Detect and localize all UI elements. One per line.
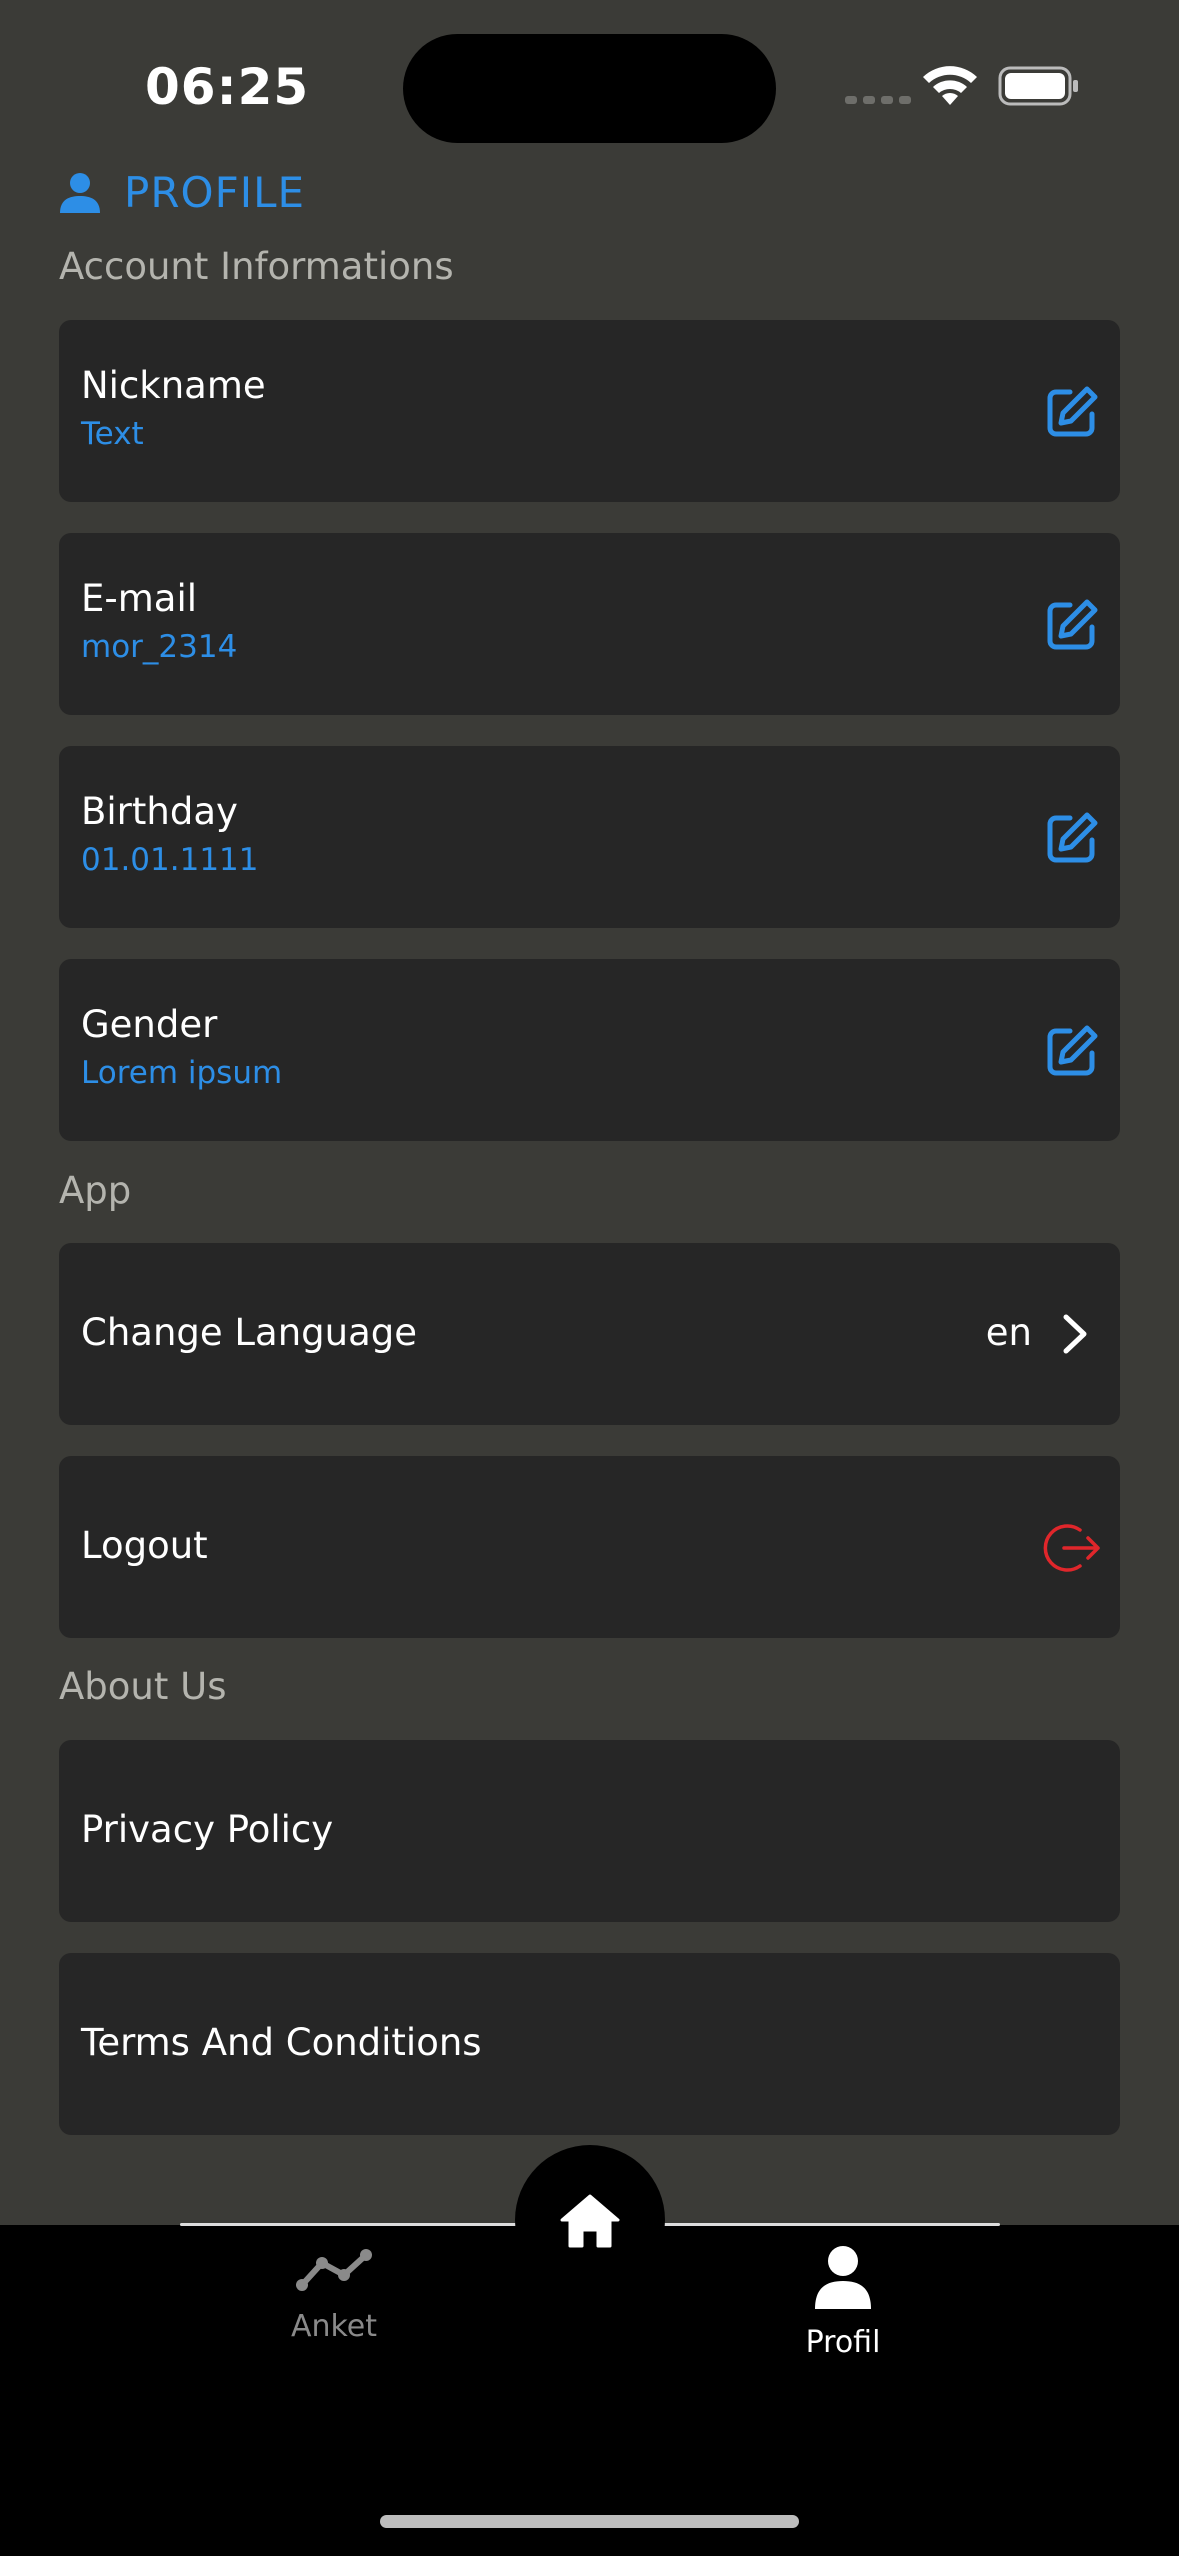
birthday-card[interactable]: Birthday 01.01.1111 <box>59 746 1120 928</box>
page-title: PROFILE <box>124 168 306 217</box>
nickname-label: Nickname <box>81 364 266 407</box>
terms-card[interactable]: Terms And Conditions <box>59 1953 1120 2135</box>
birthday-value: 01.01.1111 <box>81 842 259 878</box>
terms-label: Terms And Conditions <box>81 2021 482 2064</box>
edit-icon[interactable] <box>1044 1023 1100 1079</box>
dynamic-island <box>403 34 776 143</box>
logout-icon[interactable] <box>1042 1520 1102 1576</box>
signal-icon <box>845 96 911 104</box>
section-title-about: About Us <box>59 1665 227 1708</box>
language-value: en <box>985 1311 1032 1354</box>
edit-icon[interactable] <box>1044 597 1100 653</box>
change-language-card[interactable]: Change Language en <box>59 1243 1120 1425</box>
email-label: E-mail <box>81 577 198 620</box>
tab-anket[interactable]: Anket <box>224 2245 444 2344</box>
home-indicator <box>380 2515 799 2528</box>
home-icon[interactable] <box>558 2192 622 2252</box>
chevron-right-icon <box>1063 1314 1087 1354</box>
edit-icon[interactable] <box>1044 810 1100 866</box>
section-title-account: Account Informations <box>59 245 454 288</box>
privacy-policy-card[interactable]: Privacy Policy <box>59 1740 1120 1922</box>
change-language-label: Change Language <box>81 1311 418 1354</box>
battery-icon <box>998 66 1078 106</box>
email-value: mor_2314 <box>81 629 238 665</box>
person-icon <box>815 2246 871 2309</box>
person-icon <box>60 172 100 213</box>
line-chart-icon <box>296 2249 372 2291</box>
privacy-policy-label: Privacy Policy <box>81 1808 334 1851</box>
birthday-label: Birthday <box>81 790 238 833</box>
page-header: PROFILE <box>58 168 305 217</box>
logout-card[interactable]: Logout <box>59 1456 1120 1638</box>
tab-profil-label: Profil <box>805 2325 881 2360</box>
nickname-card[interactable]: Nickname Text <box>59 320 1120 502</box>
gender-card[interactable]: Gender Lorem ipsum <box>59 959 1120 1141</box>
tab-anket-label: Anket <box>290 2309 378 2344</box>
gender-label: Gender <box>81 1003 218 1046</box>
nickname-value: Text <box>81 416 144 452</box>
gender-value: Lorem ipsum <box>81 1055 283 1091</box>
wifi-icon <box>923 66 977 105</box>
section-title-app: App <box>59 1169 132 1212</box>
logout-label: Logout <box>81 1524 208 1567</box>
email-card[interactable]: E-mail mor_2314 <box>59 533 1120 715</box>
tab-profil[interactable]: Profil <box>733 2245 953 2360</box>
edit-icon[interactable] <box>1044 384 1100 440</box>
status-time: 06:25 <box>145 58 310 116</box>
